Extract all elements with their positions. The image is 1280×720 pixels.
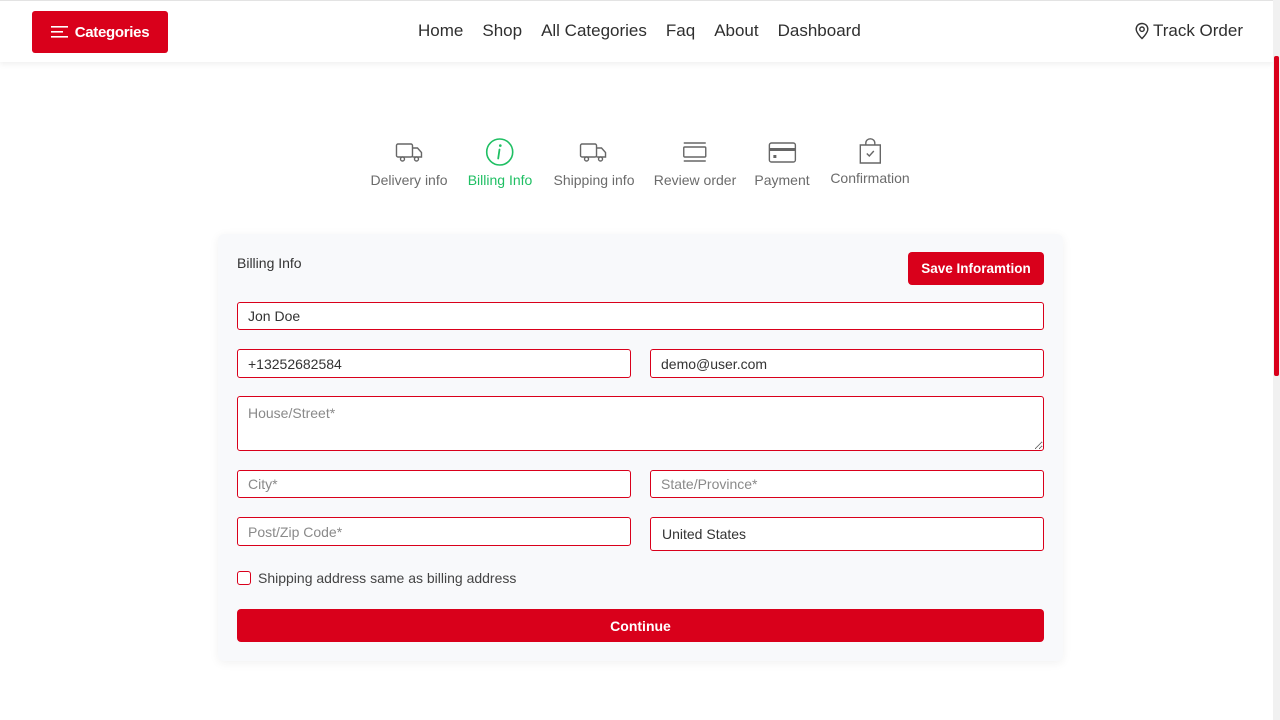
nav-all-categories[interactable]: All Categories <box>541 21 647 41</box>
billing-info-card: Billing Info Save Inforamtion United Sta… <box>218 234 1063 661</box>
categories-label: Categories <box>74 23 150 41</box>
step-confirmation[interactable]: Confirmation <box>830 138 910 186</box>
categories-button[interactable]: Categories <box>32 11 168 53</box>
state-input[interactable] <box>650 470 1044 498</box>
step-shipping-info[interactable]: Shipping info <box>553 140 635 188</box>
zip-code-input[interactable] <box>237 517 631 546</box>
review-icon <box>683 142 707 162</box>
truck-icon <box>395 143 422 162</box>
card-title: Billing Info <box>237 255 302 271</box>
save-information-button[interactable]: Save Inforamtion <box>908 252 1044 285</box>
nav-about[interactable]: About <box>714 21 758 41</box>
top-navbar: Categories Home Shop All Categories Faq … <box>0 0 1273 62</box>
checkout-steps: Delivery info Billing Info Shipping info… <box>0 138 1280 196</box>
street-textarea[interactable] <box>237 396 1044 451</box>
step-label: Delivery info <box>370 172 448 188</box>
same-address-row: Shipping address same as billing address <box>237 570 516 586</box>
scrollbar-thumb[interactable] <box>1274 56 1279 376</box>
nav-shop[interactable]: Shop <box>482 21 522 41</box>
truck-icon <box>580 143 607 162</box>
same-address-checkbox[interactable] <box>237 571 251 585</box>
step-label: Billing Info <box>467 172 533 188</box>
step-label: Payment <box>754 172 810 188</box>
step-payment[interactable]: Payment <box>754 140 810 188</box>
step-review-order[interactable]: Review order <box>654 140 736 188</box>
step-label: Review order <box>653 172 737 188</box>
country-value: United States <box>662 526 747 542</box>
nav-home[interactable]: Home <box>418 21 463 41</box>
phone-input[interactable] <box>237 349 631 378</box>
info-icon <box>486 138 514 166</box>
track-order-link[interactable]: Track Order <box>1134 21 1243 41</box>
email-input[interactable] <box>650 349 1044 378</box>
main-nav: Home Shop All Categories Faq About Dashb… <box>418 21 861 41</box>
step-billing-info[interactable]: Billing Info <box>467 138 533 188</box>
location-pin-icon <box>1135 22 1149 40</box>
same-address-label[interactable]: Shipping address same as billing address <box>258 570 516 586</box>
continue-button[interactable]: Continue <box>237 609 1044 642</box>
card-icon <box>768 142 796 163</box>
step-delivery-info[interactable]: Delivery info <box>370 140 448 188</box>
country-select[interactable]: United States <box>650 517 1044 551</box>
track-order-label: Track Order <box>1152 21 1243 40</box>
full-name-input[interactable] <box>237 302 1044 330</box>
nav-dashboard[interactable]: Dashboard <box>778 21 861 41</box>
step-label: Shipping info <box>553 172 635 188</box>
nav-faq[interactable]: Faq <box>666 21 695 41</box>
page-scrollbar[interactable] <box>1273 0 1280 720</box>
step-label: Confirmation <box>830 170 910 186</box>
menu-icon <box>50 26 68 38</box>
city-input[interactable] <box>237 470 631 498</box>
bag-check-icon <box>859 138 881 164</box>
